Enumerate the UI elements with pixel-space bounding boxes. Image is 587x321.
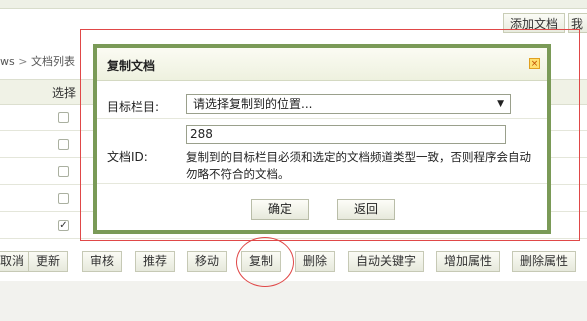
target-column-select-value: 请选择复制到的位置... bbox=[193, 97, 313, 111]
dialog-title-bar: 复制文档 × bbox=[97, 48, 547, 81]
doc-id-label: 文档ID: bbox=[107, 150, 148, 164]
divider bbox=[97, 183, 547, 184]
update-button[interactable]: 更新 bbox=[28, 251, 69, 272]
delete-button[interactable]: 删除 bbox=[295, 251, 336, 272]
recommend-button[interactable]: 推荐 bbox=[135, 251, 176, 272]
my-documents-button[interactable]: 我的 bbox=[568, 13, 587, 33]
close-icon[interactable]: × bbox=[529, 58, 540, 69]
row-checkbox[interactable] bbox=[58, 112, 69, 123]
doc-id-input[interactable]: 288 bbox=[186, 125, 506, 144]
add-attribute-button[interactable]: 增加属性 bbox=[436, 251, 501, 272]
target-column-select[interactable]: 请选择复制到的位置... ▼ bbox=[186, 94, 511, 114]
copy-note: 复制到的目标栏目必须和选定的文档频道类型一致，否则程序会自动 勿略不符合的文档。 bbox=[186, 149, 538, 183]
target-column-label: 目标栏目: bbox=[107, 100, 160, 114]
copy-note-line2: 勿略不符合的文档。 bbox=[186, 167, 290, 181]
footer-area bbox=[0, 281, 587, 321]
copy-note-line1: 复制到的目标栏目必须和选定的文档频道类型一致，否则程序会自动 bbox=[186, 150, 531, 164]
move-button[interactable]: 移动 bbox=[187, 251, 228, 272]
confirm-button[interactable]: 确定 bbox=[251, 199, 309, 220]
breadcrumb-current[interactable]: 文档列表 bbox=[31, 55, 75, 68]
chevron-down-icon: ▼ bbox=[497, 99, 504, 109]
select-column-header: 选择 bbox=[52, 86, 77, 100]
row-checkbox[interactable] bbox=[58, 193, 69, 204]
dialog-title: 复制文档 bbox=[107, 59, 156, 73]
back-button[interactable]: 返回 bbox=[337, 199, 395, 220]
row-checkbox-checked[interactable]: ✓ bbox=[58, 220, 69, 231]
breadcrumb-prefix[interactable]: ws bbox=[0, 55, 15, 68]
delete-attribute-button[interactable]: 删除属性 bbox=[512, 251, 577, 272]
review-button[interactable]: 审核 bbox=[82, 251, 123, 272]
copy-button[interactable]: 复制 bbox=[241, 251, 282, 272]
copy-document-dialog: 复制文档 × 目标栏目: 请选择复制到的位置... ▼ 288 文档ID: 复制… bbox=[93, 44, 551, 234]
row-checkbox[interactable] bbox=[58, 139, 69, 150]
row-checkbox[interactable] bbox=[58, 166, 69, 177]
top-strip bbox=[0, 0, 587, 9]
add-document-button[interactable]: 添加文档 bbox=[503, 13, 566, 33]
auto-keywords-button[interactable]: 自动关键字 bbox=[348, 251, 425, 272]
breadcrumb-separator: > bbox=[18, 55, 28, 68]
breadcrumb: ws > 文档列表 bbox=[0, 53, 75, 69]
